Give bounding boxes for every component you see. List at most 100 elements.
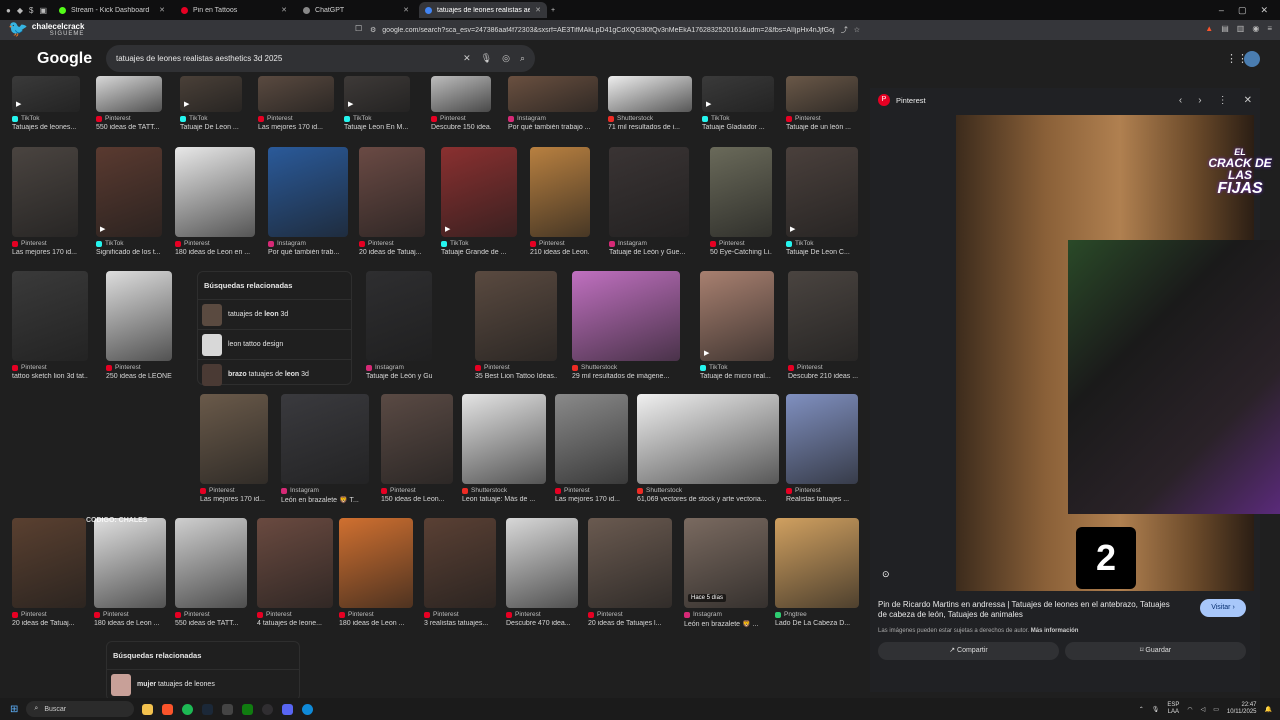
image-result[interactable]: Instagram León en brazalete 🦁 ... Hace 5 d… [684,518,768,628]
browser-tab[interactable]: ChatGPT ✕ [297,2,415,18]
result-caption[interactable]: Por qué también trabajo ... [508,124,598,131]
result-caption[interactable]: Significado de los t... [96,249,162,256]
image-result[interactable]: Pinterest 35 Best Lion Tattoo Ideas... [475,271,557,380]
sidebar-icon[interactable]: ▤ [1221,24,1229,33]
whatsapp-icon[interactable]: ● [6,6,11,15]
result-caption[interactable]: Las mejores 170 id... [258,124,334,131]
brave-icon[interactable] [162,703,174,715]
result-thumbnail[interactable] [381,394,453,484]
discord-icon[interactable] [282,703,294,715]
browser-tab[interactable]: Stream - Kick Dashboard ✕ [53,2,171,18]
result-caption[interactable]: Tatuaje Gladiador ... [702,124,774,131]
image-result[interactable]: ▶ TikTok Tatuaje Gladiador ... [702,76,774,131]
windows-start-icon[interactable]: ⊞ [10,704,18,715]
image-result[interactable]: ▶ TikTok Tatuaje Grande de ... [441,147,517,256]
image-result[interactable]: Shutterstock 29 mil resultados de imágene… [572,271,680,380]
clear-icon[interactable]: ✕ [463,53,471,64]
result-caption[interactable]: 180 ideas de Leon ... [94,620,166,627]
image-result[interactable]: Shutterstock 61,069 vectores de stock y a… [637,394,779,503]
result-caption[interactable]: 550 ideas de TATT... [96,124,162,131]
result-caption[interactable]: Tatuaje de un león ... [786,124,858,131]
bookmark-icon[interactable]: ☐ [355,24,362,33]
profile-icon[interactable]: ◉ [1252,24,1259,33]
result-thumbnail[interactable] [359,147,425,237]
notification-icon[interactable]: 🔔 [1265,706,1272,713]
result-thumbnail[interactable] [281,394,369,484]
wifi-icon[interactable]: ◠ [1187,706,1192,713]
result-caption[interactable]: 150 ideas de Leon... [381,496,453,503]
image-result[interactable]: ▶ TikTok Tatuaje De Leon C... [786,147,858,256]
result-thumbnail[interactable] [106,271,172,361]
image-result[interactable]: Instagram Por qué también trabajo ... [508,76,598,131]
image-result[interactable]: ▶ TikTok Tatuaje de micro real... [700,271,774,380]
share-page-icon[interactable]: ⤴ [841,25,848,35]
result-caption[interactable]: León en brazalete 🦁 T... [281,496,369,504]
result-caption[interactable]: 210 ideas de Leon... [530,249,590,256]
new-tab-button[interactable]: + [547,2,565,18]
result-caption[interactable]: 20 ideas de Tatuaj... [359,249,425,256]
result-caption[interactable]: Tatuaje De Leon ... [180,124,242,131]
image-result[interactable]: Pinterest 180 ideas de Leon ... [94,518,166,627]
image-result[interactable]: Pinterest 550 ideas de TATT... [96,76,162,131]
result-caption[interactable]: 250 ideas de LEONE... [106,373,172,380]
result-thumbnail[interactable] [530,147,590,237]
dollar-icon[interactable]: $ [29,6,33,15]
result-thumbnail[interactable] [555,394,628,484]
google-logo[interactable]: Google [37,50,92,68]
more-icon[interactable]: ⋮ [1218,95,1228,106]
result-caption[interactable]: 180 ideas de Leon en ... [175,249,255,256]
result-caption[interactable]: Las mejores 170 id... [12,249,78,256]
browser-tab[interactable]: Pin en Tattoos ✕ [175,2,293,18]
result-caption[interactable]: 4 tatuajes de leone... [257,620,333,627]
result-thumbnail[interactable] [431,76,491,112]
tab-close-icon[interactable]: ✕ [403,6,409,14]
related-item[interactable]: tatuajes de leon 3d [198,299,351,329]
result-caption[interactable]: Tatuaje Leon En M... [344,124,410,131]
related-item[interactable]: mujer tatuajes de leones [107,669,299,698]
result-thumbnail[interactable]: ▶ [441,147,517,237]
image-result[interactable]: Pinterest 20 ideas de Tatuaj... [359,147,425,256]
result-thumbnail[interactable] [506,518,578,608]
result-thumbnail[interactable] [637,394,779,484]
result-thumbnail[interactable] [508,76,598,112]
edge-icon[interactable] [302,703,314,715]
result-caption[interactable]: Tatuaje de León y Guerrer... [366,373,432,380]
image-result[interactable]: Instagram Tatuaje de León y Guerrer... [366,271,432,380]
image-result[interactable]: Pinterest Tatuaje de un león ... [786,76,858,131]
image-result[interactable]: Pinterest tattoo sketch lion 3d tat... [12,271,88,380]
result-thumbnail[interactable] [609,147,689,237]
result-thumbnail[interactable] [175,147,255,237]
app-icon[interactable] [222,703,234,715]
result-thumbnail[interactable] [200,394,268,484]
result-caption[interactable]: 29 mil resultados de imágene... [572,373,680,380]
result-caption[interactable]: Tatuajes de leones... [12,124,80,131]
result-thumbnail[interactable] [96,76,162,112]
result-thumbnail[interactable] [572,271,680,361]
result-thumbnail[interactable] [12,518,86,608]
result-thumbnail[interactable] [775,518,859,608]
result-thumbnail[interactable]: ▶ [700,271,774,361]
result-thumbnail[interactable] [268,147,348,237]
image-result[interactable]: Shutterstock 71 mil resultados de i... [608,76,692,131]
more-info-link[interactable]: Más información [1031,628,1079,634]
result-thumbnail[interactable]: ▶ [702,76,774,112]
visit-button[interactable]: Visitar › [1200,599,1246,617]
xbox-icon[interactable] [242,703,254,715]
image-result[interactable]: Pinterest 150 ideas de Leon... [381,394,453,503]
volume-icon[interactable]: ◁ [1201,706,1206,713]
result-thumbnail[interactable] [257,518,333,608]
next-icon[interactable]: › [1198,95,1201,106]
tab-close-icon[interactable]: ✕ [535,6,541,14]
result-caption[interactable]: 20 ideas de Tatuajes l... [588,620,672,627]
lens-search-icon[interactable]: ⊙ [882,569,890,580]
result-caption[interactable]: 35 Best Lion Tattoo Ideas... [475,373,557,380]
clock[interactable]: 22:47 10/11/2025 [1227,702,1257,716]
result-thumbnail[interactable] [786,394,858,484]
result-caption[interactable]: Las mejores 170 id... [200,496,268,503]
search-input[interactable]: tatuajes de leones realistas aesthetics … [116,54,453,63]
image-result[interactable]: Pinterest Las mejores 170 id... [12,147,78,256]
image-result[interactable]: Pinterest Las mejores 170 id... [555,394,628,503]
battery-icon[interactable]: ▭ [1213,706,1219,713]
image-result[interactable]: Pinterest 50 Eye-Catching Li... [710,147,772,256]
image-result[interactable]: Pinterest 20 ideas de Tatuajes l... [588,518,672,627]
